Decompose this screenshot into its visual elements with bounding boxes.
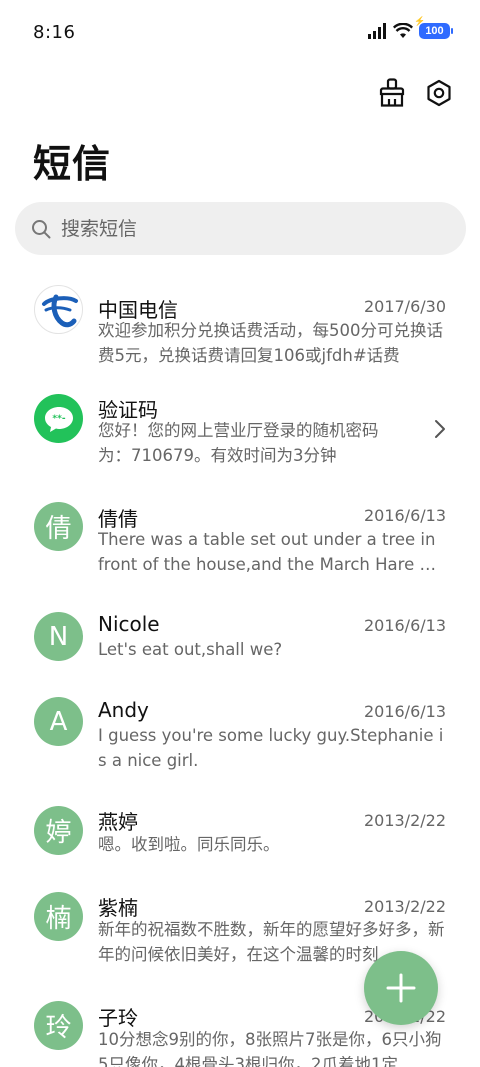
status-icons: ⚡ 100: [367, 16, 453, 39]
sender-name: 燕婷: [98, 810, 138, 834]
wifi-icon: [393, 23, 413, 38]
toolbar: [377, 78, 454, 108]
page-title: 短信: [33, 142, 112, 186]
avatar: 玲: [34, 1001, 83, 1050]
message-preview: 您好！您的网上营业厅登录的随机密码为：710679。有效时间为3分钟: [98, 421, 379, 465]
avatar: A: [34, 697, 83, 746]
avatar: [34, 285, 83, 334]
list-item[interactable]: N Nicole 2016/6/13 Let's eat out,shall w…: [0, 605, 480, 685]
brush-icon: [379, 78, 405, 107]
message-preview: 10分想念9别的你，8张照片7张是你，6只小狗5只像你，4根骨头3根归你，2爪着…: [98, 1030, 442, 1067]
list-item[interactable]: 中国电信 2017/6/30 欢迎参加积分兑换话费活动，每500分可兑换话费5元…: [0, 275, 480, 375]
signal-icon: [368, 23, 386, 39]
list-item[interactable]: **- 验证码 您好！您的网上营业厅登录的随机密码为：710679。有效时间为3…: [0, 385, 480, 485]
avatar: **-: [34, 394, 83, 443]
sender-name: Nicole: [98, 612, 160, 636]
message-preview: 欢迎参加积分兑换话费活动，每500分可兑换话费5元，兑换话费请回复106或jfd…: [98, 321, 443, 365]
svg-text:**-: **-: [52, 414, 65, 424]
message-preview: I guess you're some lucky guy.Stephanie …: [98, 726, 444, 770]
message-date: 2016/6/13: [363, 616, 446, 635]
sender-name: Andy: [98, 698, 149, 722]
china-telecom-logo-icon: [41, 294, 78, 327]
chevron-right-icon: [435, 420, 445, 438]
charging-icon: ⚡: [414, 16, 426, 26]
avatar: 婷: [34, 806, 83, 855]
messages-screen: 8:16 ⚡ 100 短信 搜索短信 中国电信 2017/6/30 欢迎参加积分…: [0, 0, 480, 1067]
status-time: 8:16: [33, 22, 76, 43]
avatar: N: [34, 612, 83, 661]
battery-level: 100: [425, 25, 444, 37]
settings-button[interactable]: [424, 78, 454, 108]
message-preview: Let's eat out,shall we?: [98, 640, 283, 659]
sender-name: 子玲: [98, 1006, 138, 1030]
list-item[interactable]: A Andy 2016/6/13 I guess you're some luc…: [0, 691, 480, 791]
avatar: 楠: [34, 892, 83, 941]
message-date: 2013/2/22: [363, 811, 446, 830]
battery-indicator: ⚡ 100: [414, 16, 453, 39]
settings-hexagon-icon: [427, 79, 451, 107]
clean-button[interactable]: [377, 78, 407, 108]
list-item[interactable]: 婷 燕婷 2013/2/22 嗯。收到啦。同乐同乐。: [0, 801, 480, 881]
message-date: 2017/6/30: [363, 297, 446, 316]
search-bar[interactable]: [15, 202, 466, 255]
message-preview: 嗯。收到啦。同乐同乐。: [98, 835, 280, 854]
new-message-button[interactable]: [364, 951, 438, 1025]
list-item[interactable]: 倩 倩倩 2016/6/13 There was a table set out…: [0, 495, 480, 595]
plus-icon: [386, 973, 416, 1003]
search-icon: [32, 219, 51, 238]
message-preview: There was a table set out under a tree i…: [98, 530, 441, 574]
sender-name: 紫楠: [98, 896, 138, 920]
avatar: 倩: [34, 502, 83, 551]
message-date: 2016/6/13: [363, 702, 446, 721]
message-date: 2016/6/13: [363, 506, 446, 525]
message-date: 2013/2/22: [363, 897, 446, 916]
chat-bubble-icon: **-: [44, 406, 73, 432]
search-input[interactable]: [61, 217, 421, 240]
status-bar: 8:16 ⚡ 100: [0, 0, 480, 68]
